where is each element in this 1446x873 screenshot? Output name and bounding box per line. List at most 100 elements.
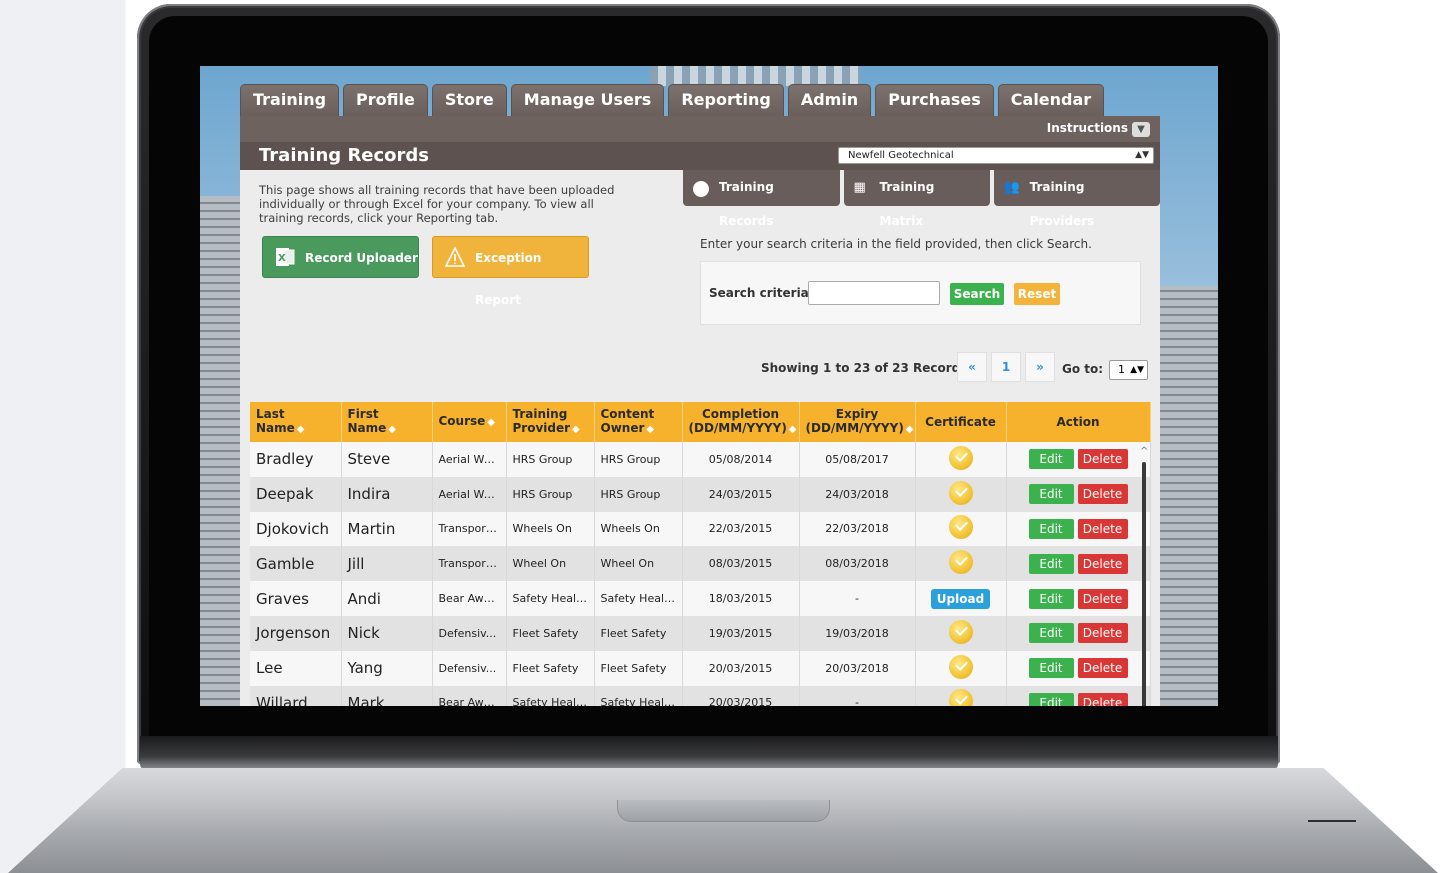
cell-certificate	[915, 476, 1007, 512]
sort-icon[interactable]: ◆	[789, 424, 797, 435]
instructions-link[interactable]: Instructions	[1047, 121, 1128, 135]
cell-course: Aerial Wo...	[432, 442, 507, 477]
tab-training-matrix-label: Training Matrix	[879, 180, 935, 228]
search-button[interactable]: Search	[950, 283, 1004, 305]
cell-first: Steve	[341, 442, 433, 477]
edit-button[interactable]: Edit	[1028, 658, 1074, 679]
cell-provider: Wheel On	[506, 546, 595, 582]
exception-report-button[interactable]: Exception Report	[432, 236, 589, 307]
delete-button[interactable]: Delete	[1077, 692, 1128, 706]
tab-training-providers[interactable]: 👥 Training Providers	[993, 170, 1160, 228]
column-header-expiry[interactable]: Expiry (DD/MM/YYYY) ◆	[799, 402, 916, 442]
tab-manage-users[interactable]: Manage Users	[510, 84, 665, 116]
column-header-completion[interactable]: Completion (DD/MM/YYYY) ◆	[682, 402, 800, 442]
cell-action: Edit Delete	[1006, 685, 1151, 706]
edit-button[interactable]: Edit	[1028, 588, 1074, 609]
screen: Training Profile Store Manage Users Reportin…	[200, 66, 1218, 706]
title-bar: Training Records Newfell Geotechnical ▲▼	[240, 142, 1160, 170]
edit-button[interactable]: Edit	[1028, 484, 1074, 505]
cell-owner: Wheel On	[594, 546, 683, 582]
column-header-last[interactable]: Last Name ◆	[250, 402, 342, 442]
cell-last: Djokovich	[250, 511, 342, 547]
certificate-icon[interactable]	[948, 619, 973, 644]
delete-button[interactable]: Delete	[1077, 484, 1128, 505]
cell-course: Bear Awa...	[432, 685, 507, 706]
table-row: Bradley Steve Aerial Wo... HRS Group HRS Gro…	[250, 442, 1151, 477]
cell-last: Jorgenson	[250, 615, 342, 651]
cell-provider: Safety Healt...	[506, 581, 595, 616]
sort-icon[interactable]: ◆	[572, 424, 580, 435]
tab-purchases[interactable]: Purchases	[875, 84, 994, 116]
record-uploader-button[interactable]: X Record Uploader	[262, 236, 419, 278]
reset-button[interactable]: Reset	[1014, 283, 1060, 305]
cell-first: Yang	[341, 650, 433, 686]
column-header-label: First Name	[347, 407, 387, 435]
delete-button[interactable]: Delete	[1077, 658, 1128, 679]
cell-last: Bradley	[250, 442, 342, 477]
cell-completion: 20/03/2015	[682, 650, 800, 686]
column-header-training[interactable]: Training Provider ◆	[506, 402, 595, 442]
tab-training-matrix[interactable]: ▦ Training Matrix	[843, 170, 990, 228]
certificate-icon[interactable]	[948, 515, 973, 540]
column-header-course[interactable]: Course ◆	[432, 402, 507, 442]
edit-button[interactable]: Edit	[1028, 692, 1074, 706]
laptop-hinge	[140, 736, 1278, 770]
tab-reporting[interactable]: Reporting	[668, 84, 784, 116]
table-scrollbar[interactable]: ^	[1140, 446, 1148, 706]
tab-training-records[interactable]: Training Records	[683, 170, 840, 228]
certificate-icon[interactable]	[948, 480, 973, 505]
cell-course: Defensiv...	[432, 615, 507, 651]
cell-owner: Fleet Safety	[594, 615, 683, 651]
table-row: Gamble Jill Transport... Wheel On Wheel On 08…	[250, 546, 1151, 582]
cell-certificate	[915, 546, 1007, 582]
delete-button[interactable]: Delete	[1077, 553, 1128, 574]
edit-button[interactable]: Edit	[1028, 623, 1074, 644]
tab-calendar[interactable]: Calendar	[997, 84, 1105, 116]
edit-button[interactable]: Edit	[1028, 553, 1074, 574]
scroll-up-icon[interactable]: ^	[1140, 446, 1148, 457]
cell-expiry: 19/03/2018	[799, 615, 916, 651]
cell-course: Transport...	[432, 546, 507, 582]
column-header-content[interactable]: Content Owner ◆	[594, 402, 683, 442]
upload-button[interactable]: Upload	[930, 588, 991, 609]
delete-button[interactable]: Delete	[1077, 518, 1128, 539]
cell-expiry: 20/03/2018	[799, 650, 916, 686]
certificate-icon[interactable]	[948, 550, 973, 575]
delete-button[interactable]: Delete	[1077, 449, 1128, 470]
sort-icon[interactable]: ◆	[487, 417, 495, 428]
search-input[interactable]	[808, 281, 940, 305]
company-select[interactable]: Newfell Geotechnical ▲▼	[838, 147, 1154, 164]
cell-first: Martin	[341, 511, 433, 547]
tab-profile[interactable]: Profile	[343, 84, 428, 116]
circle-icon	[693, 181, 709, 197]
sort-icon[interactable]: ◆	[646, 424, 654, 435]
prev-page-button[interactable]: «	[957, 352, 987, 382]
table-body: Bradley Steve Aerial Wo... HRS Group HRS Gro…	[250, 442, 1151, 706]
tab-admin[interactable]: Admin	[787, 84, 872, 116]
chevron-down-icon[interactable]: ▼	[1132, 122, 1150, 137]
sort-icon[interactable]: ◆	[297, 424, 305, 435]
sort-icon[interactable]: ◆	[906, 424, 914, 435]
cell-completion: 19/03/2015	[682, 615, 800, 651]
page-button[interactable]: 1	[991, 352, 1021, 382]
cell-first: Indira	[341, 476, 433, 512]
certificate-icon[interactable]	[948, 445, 973, 470]
column-header-first[interactable]: First Name ◆	[341, 402, 433, 442]
cell-last: Deepak	[250, 476, 342, 512]
certificate-icon[interactable]	[948, 654, 973, 679]
delete-button[interactable]: Delete	[1077, 588, 1128, 609]
delete-button[interactable]: Delete	[1077, 623, 1128, 644]
table-row: Jorgenson Nick Defensiv... Fleet Safety Flee…	[250, 615, 1151, 651]
cell-course: Aerial Wo...	[432, 476, 507, 512]
certificate-icon[interactable]	[948, 689, 973, 706]
edit-button[interactable]: Edit	[1028, 449, 1074, 470]
tab-training[interactable]: Training	[240, 84, 340, 116]
next-page-button[interactable]: »	[1025, 352, 1055, 382]
goto-select[interactable]: 1 ▲▼	[1109, 360, 1148, 380]
scrollbar-thumb[interactable]	[1142, 462, 1146, 706]
sort-icon[interactable]: ◆	[388, 424, 396, 435]
cell-certificate	[915, 650, 1007, 686]
tab-store[interactable]: Store	[431, 84, 507, 116]
column-header-action: Action	[1006, 402, 1151, 442]
edit-button[interactable]: Edit	[1028, 518, 1074, 539]
